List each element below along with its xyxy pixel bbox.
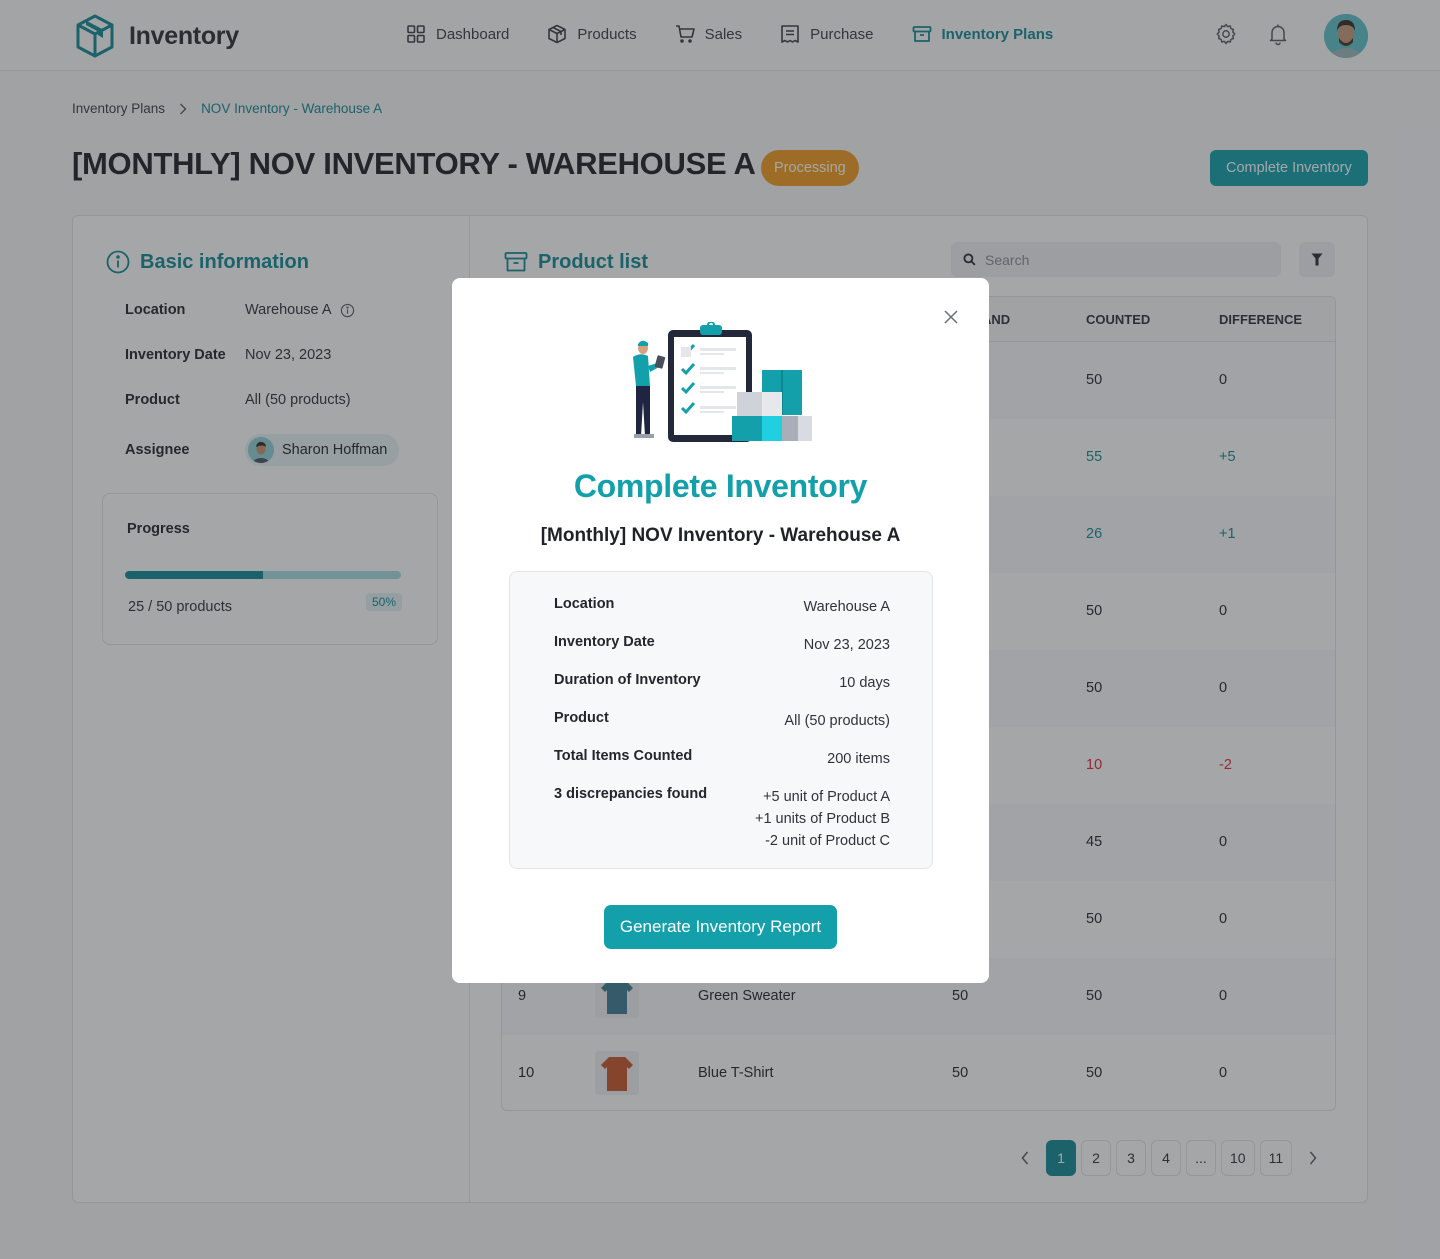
discrepancy-item: +1 units of Product B — [754, 811, 890, 827]
summary-label: Inventory Date — [554, 634, 655, 650]
discrepancy-item: +5 unit of Product A — [763, 789, 890, 805]
inventory-summary: Location Warehouse A Inventory Date Nov … — [509, 571, 933, 869]
summary-row-discrepancies: 3 discrepancies found +5 unit of Product… — [554, 786, 890, 852]
summary-label: Location — [554, 596, 615, 612]
complete-inventory-modal: Complete Inventory [Monthly] NOV Invento… — [452, 278, 989, 983]
summary-label: 3 discrepancies found — [554, 786, 708, 802]
summary-row-product: Product All (50 products) — [554, 710, 890, 732]
summary-value: 200 items — [827, 751, 890, 767]
summary-row-inventory-date: Inventory Date Nov 23, 2023 — [554, 634, 890, 656]
summary-value: Nov 23, 2023 — [803, 637, 890, 653]
modal-subtitle: [Monthly] NOV Inventory - Warehouse A — [540, 525, 901, 546]
summary-row-duration: Duration of Inventory 10 days — [554, 672, 890, 694]
modal-title: Complete Inventory — [573, 468, 868, 504]
summary-label: Product — [554, 710, 609, 726]
inventory-checklist-illustration — [633, 322, 812, 442]
summary-value: 10 days — [839, 675, 890, 691]
summary-label: Total Items Counted — [554, 748, 693, 764]
discrepancy-list: +5 unit of Product A +1 units of Product… — [755, 786, 890, 852]
discrepancy-item: -2 unit of Product C — [765, 833, 890, 849]
summary-row-total-items: Total Items Counted 200 items — [554, 748, 890, 770]
summary-value: Warehouse A — [803, 599, 890, 615]
close-icon[interactable] — [942, 308, 960, 326]
summary-row-location: Location Warehouse A — [554, 596, 890, 618]
summary-value: All (50 products) — [784, 713, 890, 729]
generate-report-button[interactable]: Generate Inventory Report — [604, 905, 837, 949]
summary-label: Duration of Inventory — [554, 672, 701, 688]
